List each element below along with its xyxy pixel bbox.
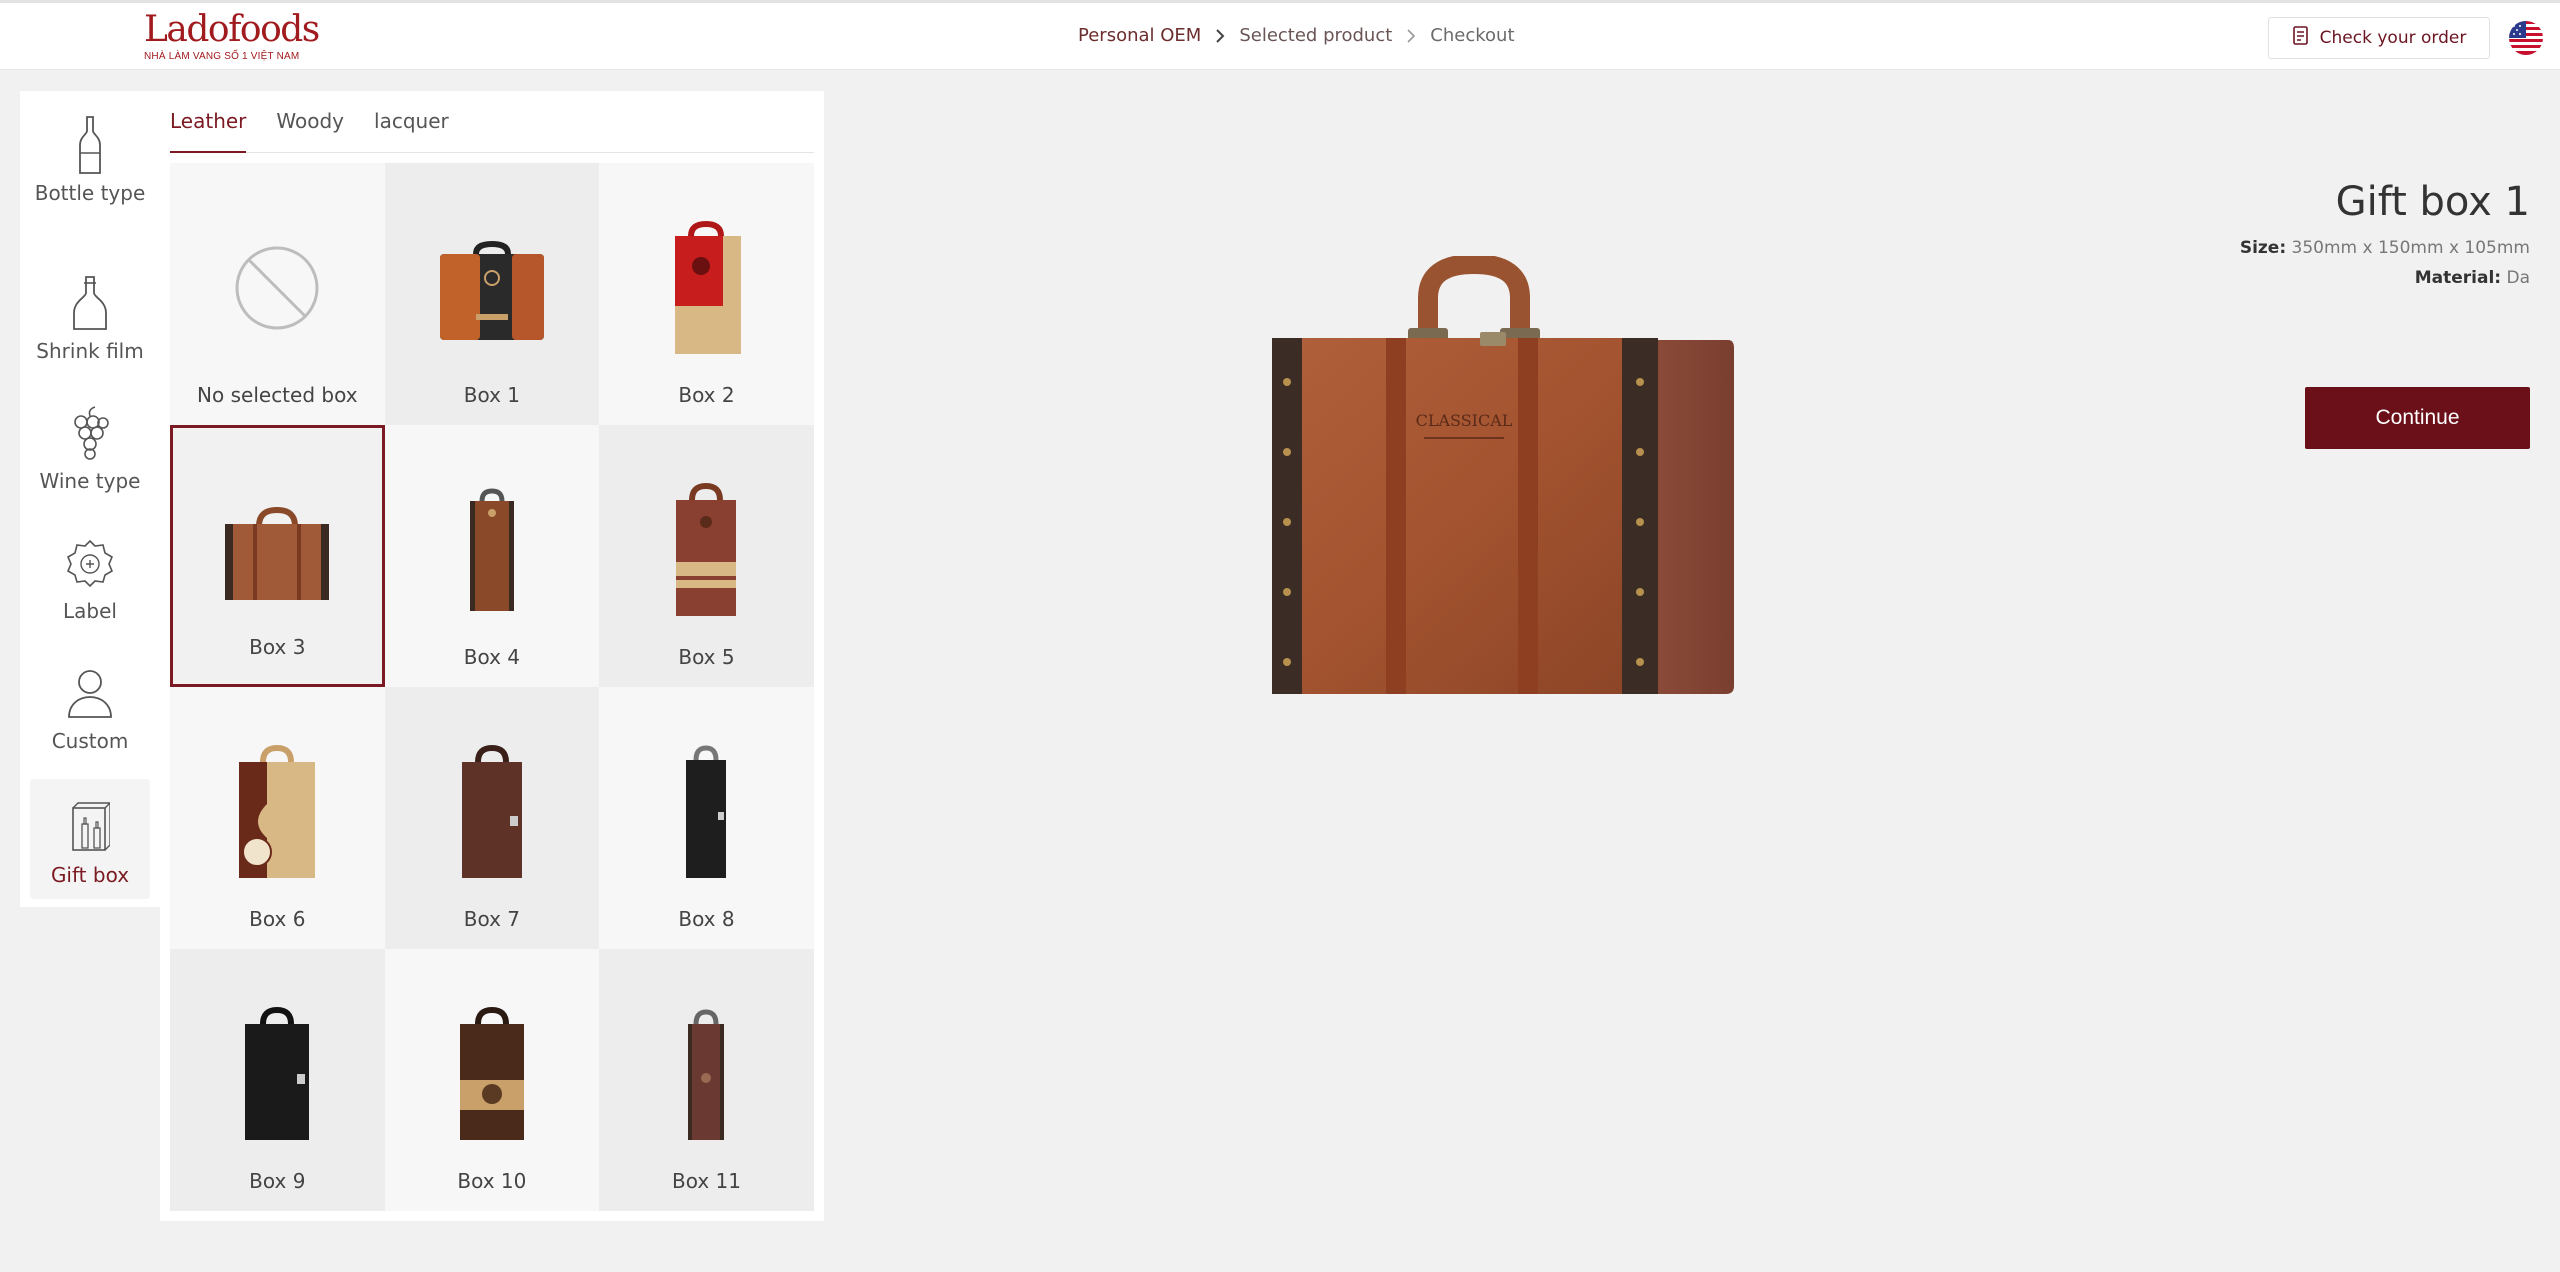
box-option-label: Box 11 [671,1169,741,1193]
box-option-label: Box 7 [463,907,521,931]
tab-leather[interactable]: Leather [170,91,247,153]
box-option-label: Box 6 [249,907,306,931]
step-bottle-type[interactable]: Bottle type [30,113,150,231]
box-option-5[interactable]: Box 5 [599,425,814,687]
box-option-11[interactable]: Box 11 [599,949,814,1211]
step-label: Shrink film [36,339,144,363]
box-6-image [187,727,367,897]
gift-box-icon [58,795,122,859]
step-label: Wine type [39,469,141,493]
step-shrink-film[interactable]: Shrink film [30,271,150,371]
chevron-right-icon [1406,28,1416,44]
material-tabs: Leather Woody lacquer [170,91,814,153]
box-option-7[interactable]: Box 7 [384,687,600,949]
box-option-label: Box 10 [457,1169,527,1193]
box-2-image [616,203,796,373]
size-value: 350mm x 150mm x 105mm [2291,238,2530,258]
logo-text: Ladofoods [144,9,320,50]
box-option-label: Box 3 [249,635,306,659]
breadcrumb: Personal OEM Selected product Checkout [1078,25,1515,46]
step-label: Custom [51,729,129,753]
product-material: Material: Da [2240,268,2530,288]
box-option-1[interactable]: Box 1 [384,163,600,425]
breadcrumb-personal-oem[interactable]: Personal OEM [1078,25,1201,46]
step-wine-type[interactable]: Wine type [30,401,150,501]
breadcrumb-selected-product[interactable]: Selected product [1239,25,1392,46]
check-order-label: Check your order [2319,28,2467,48]
box-option-6[interactable]: Box 6 [170,687,385,949]
box-option-9[interactable]: Box 9 [170,949,385,1211]
product-preview-image: CLASSICAL [1268,253,1738,702]
top-header: Ladofoods NHÀ LÀM VANG SỐ 1 VIỆT NAM Per… [0,0,2560,70]
material-label: Material: [2414,268,2502,288]
box-catalog-panel: Leather Woody lacquer No selected box Bo… [160,91,824,1221]
logo[interactable]: Ladofoods NHÀ LÀM VANG SỐ 1 VIỆT NAM [144,9,320,67]
tab-woody[interactable]: Woody [276,91,344,153]
bottle-icon [58,113,122,177]
label-icon [58,531,122,595]
us-flag-icon[interactable] [2509,21,2543,55]
box-5-image [616,465,796,635]
continue-button[interactable]: Continue [2305,387,2530,449]
receipt-icon [2292,25,2310,51]
step-label-text: Label [63,599,117,623]
box-1-image [402,203,582,373]
box-option-label: Box 1 [463,383,521,407]
box-option-label: Box 5 [678,645,735,669]
box-option-8[interactable]: Box 8 [599,687,814,949]
size-label: Size: [2239,238,2287,258]
step-sidebar: Bottle type Shrink film Wine type Label [20,91,160,907]
box-4-image [402,465,582,635]
logo-tagline: NHÀ LÀM VANG SỐ 1 VIỆT NAM [144,51,300,62]
box-7-image [402,727,582,897]
box-option-label: Box 4 [463,645,521,669]
box-option-10[interactable]: Box 10 [384,949,600,1211]
shrink-film-icon [58,271,122,335]
box-option-none[interactable]: No selected box [170,163,385,425]
step-label: Bottle type [34,181,146,205]
box-option-label: No selected box [197,383,358,407]
product-info: Gift box 1 Size: 350mm x 150mm x 105mm M… [2240,176,2530,288]
preview-stamp: CLASSICAL [1416,411,1513,430]
box-11-image [616,989,796,1159]
person-icon [58,661,122,725]
box-option-label: Box 2 [678,383,735,407]
box-9-image [187,989,367,1159]
box-option-3[interactable]: Box 3 [170,425,385,687]
material-value: Da [2506,268,2530,288]
box-10-image [402,989,582,1159]
box-grid: No selected box Box 1 Box 2 Box 3 Box 4 … [170,163,814,1211]
box-option-label: Box 9 [249,1169,306,1193]
step-label: Gift box [50,863,130,887]
step-label[interactable]: Label [30,531,150,631]
check-order-button[interactable]: Check your order [2268,17,2490,59]
box-option-4[interactable]: Box 4 [384,425,600,687]
step-custom[interactable]: Custom [30,661,150,761]
product-name: Gift box 1 [2335,179,2530,225]
box-option-label: Box 8 [678,907,735,931]
no-selection-icon [187,203,367,373]
chevron-right-icon [1215,28,1225,44]
step-gift-box[interactable]: Gift box [30,779,150,899]
box-8-image [616,727,796,897]
breadcrumb-checkout[interactable]: Checkout [1430,25,1514,46]
box-option-2[interactable]: Box 2 [599,163,814,425]
product-size: Size: 350mm x 150mm x 105mm [2240,238,2530,258]
box-3-image [187,473,367,633]
tab-lacquer[interactable]: lacquer [374,91,449,153]
grapes-icon [58,401,122,465]
